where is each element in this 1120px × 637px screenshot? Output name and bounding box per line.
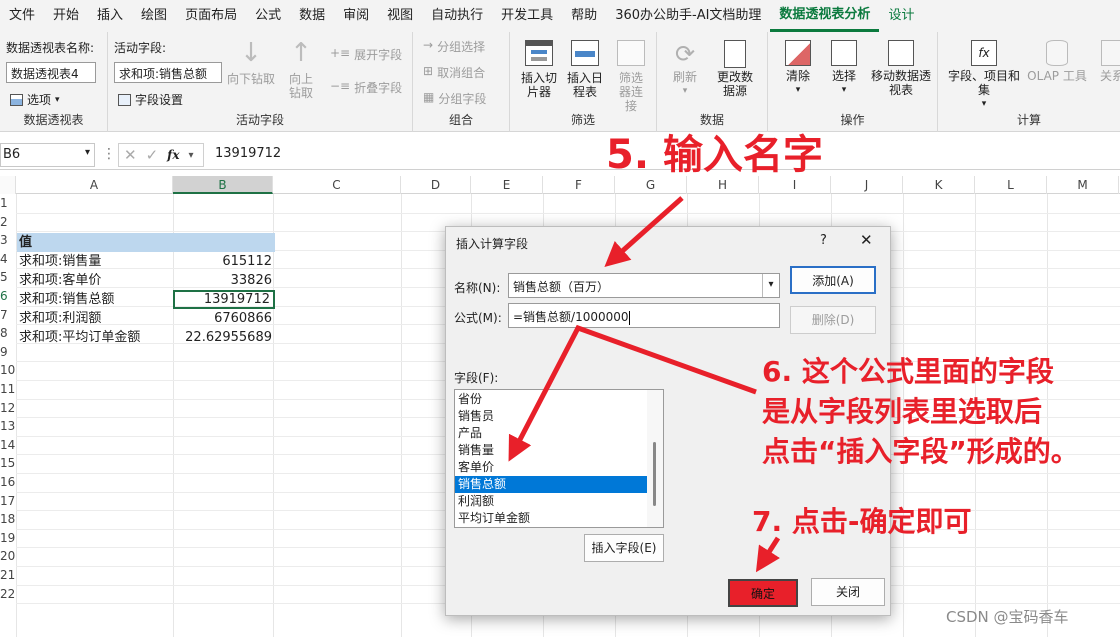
arrow-to-name-field [604,196,684,267]
watermark: CSDN @宝码香车 [946,608,1069,626]
arrow-formula-to-fields [508,324,757,462]
annotation-arrows [508,196,781,573]
arrow-to-ok [755,536,781,573]
